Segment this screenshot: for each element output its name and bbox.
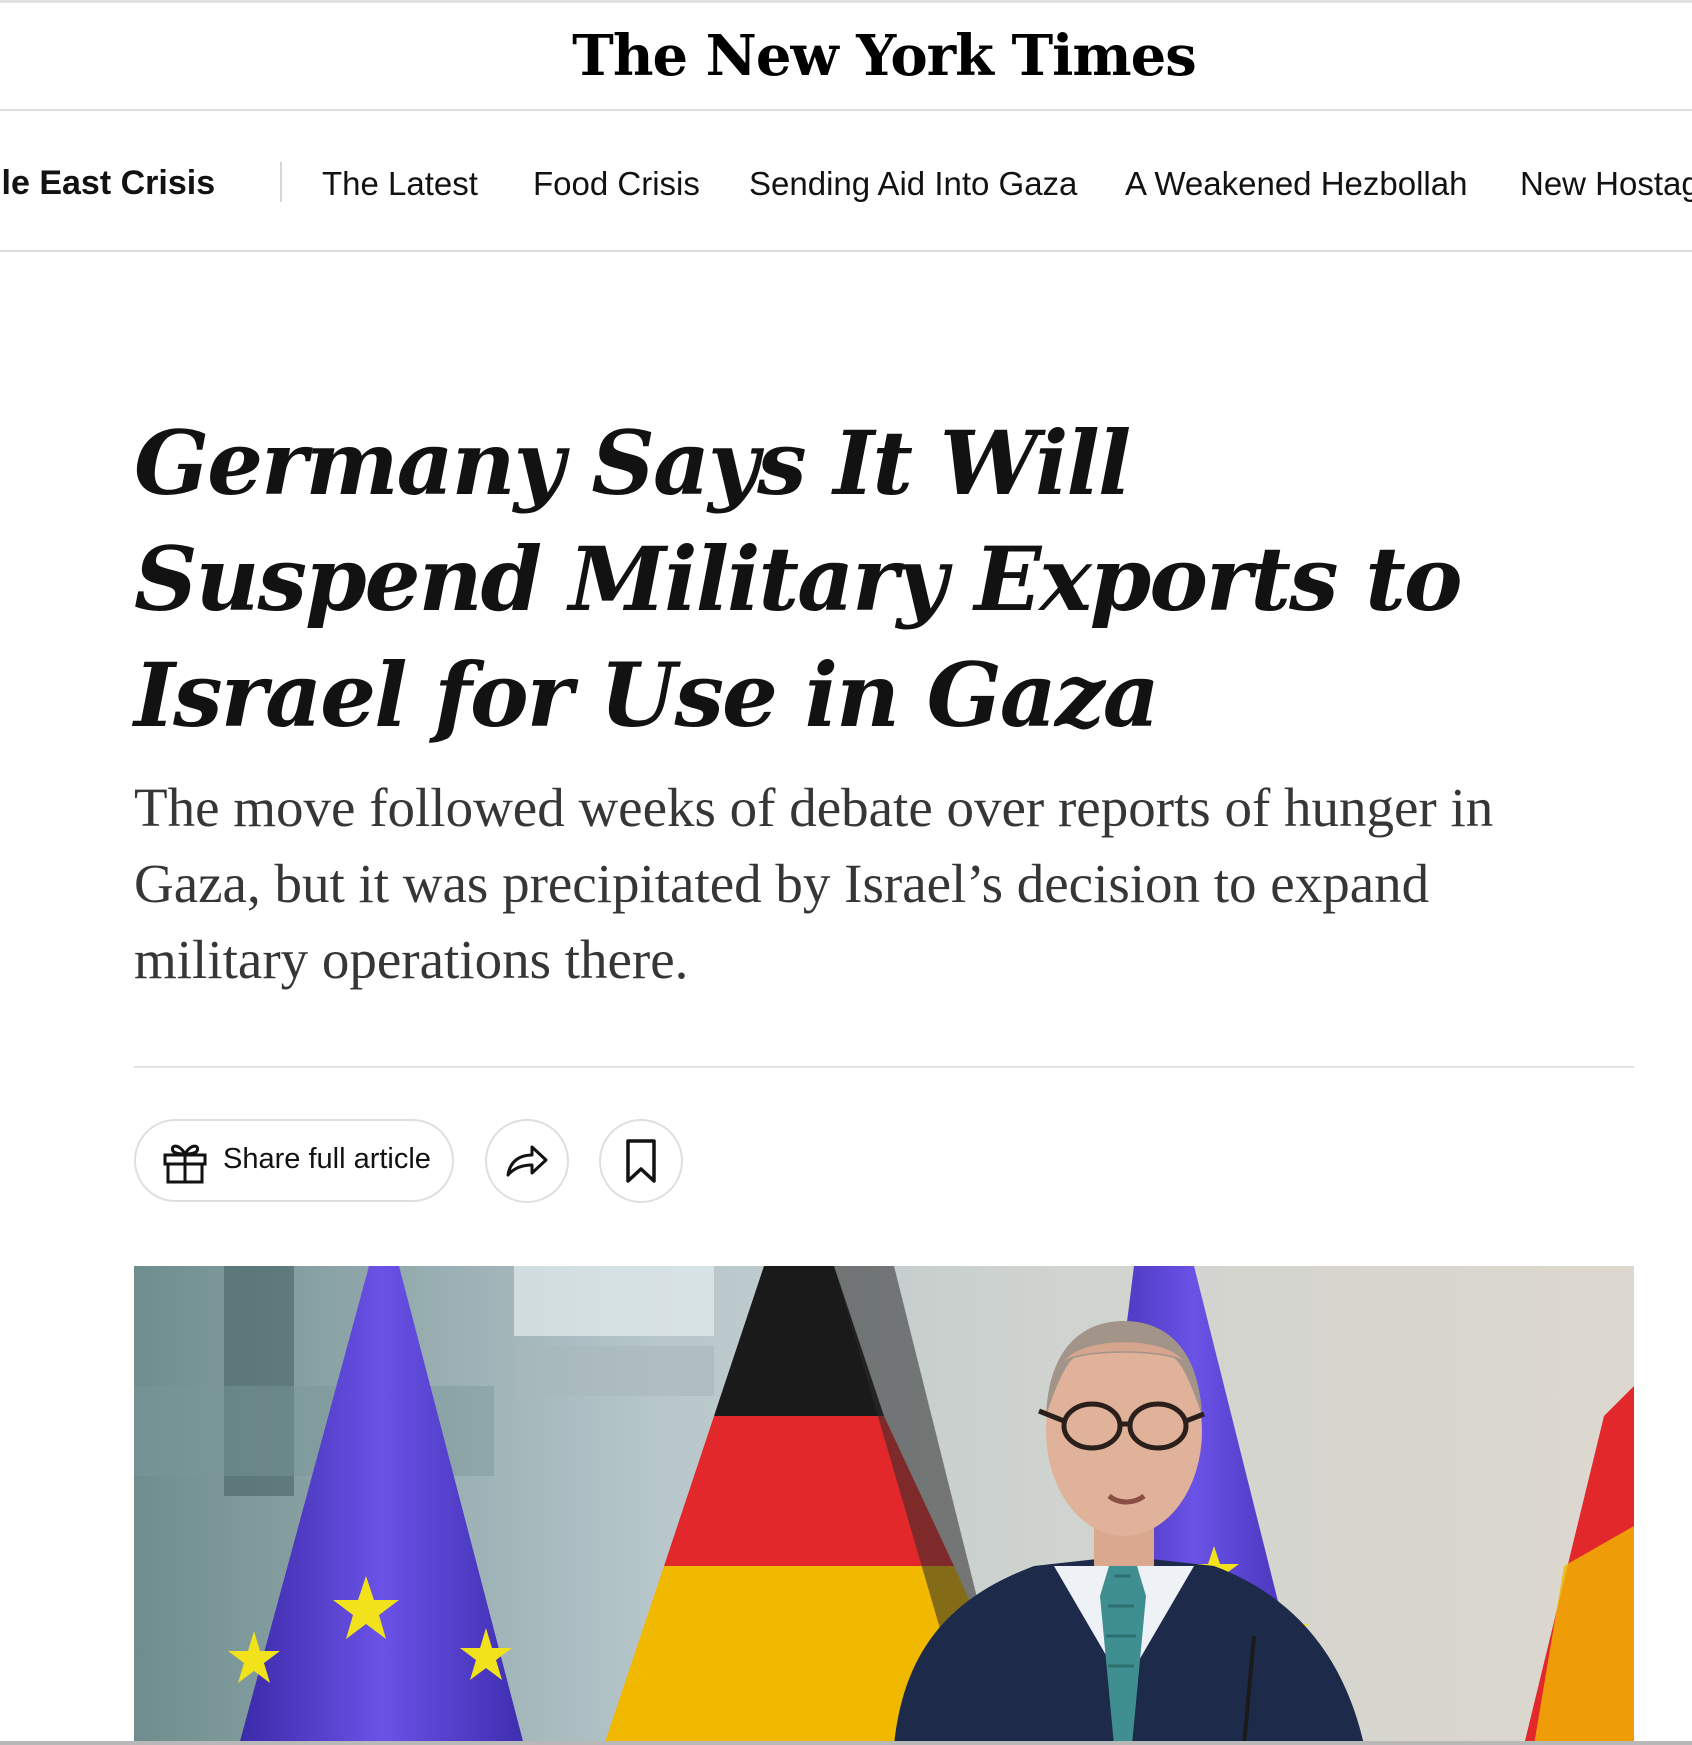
subnav-item-hezbollah[interactable]: A Weakened Hezbollah bbox=[1125, 165, 1467, 203]
subnav-section-title[interactable]: ddle East Crisis bbox=[0, 164, 215, 203]
subnav-item-new-hostage[interactable]: New Hostag bbox=[1520, 165, 1692, 203]
headline-divider bbox=[134, 1066, 1634, 1068]
subnav-divider bbox=[280, 162, 282, 202]
subnav-item-sending-aid[interactable]: Sending Aid Into Gaza bbox=[749, 165, 1077, 203]
hero-photo-illustration bbox=[134, 1266, 1634, 1745]
subnav-item-the-latest[interactable]: The Latest bbox=[322, 165, 478, 203]
article-headline: Germany Says It Will Suspend Military Ex… bbox=[134, 411, 1463, 747]
share-full-article-label: Share full article bbox=[223, 1143, 431, 1175]
bookmark-icon bbox=[626, 1139, 656, 1183]
hero-photo[interactable] bbox=[134, 1266, 1634, 1745]
gift-icon bbox=[163, 1144, 207, 1184]
subnav-item-food-crisis[interactable]: Food Crisis bbox=[533, 165, 700, 203]
nyt-logo[interactable]: The New York Times bbox=[0, 23, 1692, 89]
article-summary: The move followed weeks of debate over r… bbox=[134, 777, 1494, 990]
save-button[interactable] bbox=[599, 1119, 683, 1203]
share-arrow-icon bbox=[506, 1145, 548, 1177]
share-full-article-button[interactable]: Share full article bbox=[134, 1119, 454, 1202]
masthead: The New York Times bbox=[0, 3, 1692, 111]
section-subnav: ddle East Crisis The Latest Food Crisis … bbox=[0, 111, 1692, 252]
window-bottom-edge bbox=[0, 1741, 1692, 1745]
share-button[interactable] bbox=[485, 1119, 569, 1203]
